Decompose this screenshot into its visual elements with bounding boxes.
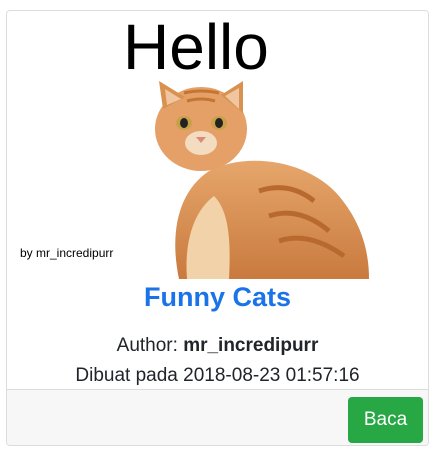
author-label: Author: [116,335,178,356]
author-line: Author: mr_incredipurr [7,335,428,357]
story-title[interactable]: Funny Cats [7,282,428,313]
author-name: mr_incredipurr [183,335,319,356]
cover-hello-text: Hello [123,11,269,83]
story-card: Hello by mr_incredipurr Funny Cats Autho… [6,10,429,446]
created-date: Dibuat pada 2018-08-23 01:57:16 [75,365,360,386]
cover-byline-text: by mr_incredipurr [20,246,114,260]
cat-image [155,81,369,279]
cover-image[interactable]: Hello by mr_incredipurr [7,11,428,281]
card-footer: Baca [7,389,428,445]
read-button[interactable]: Baca [348,397,423,443]
